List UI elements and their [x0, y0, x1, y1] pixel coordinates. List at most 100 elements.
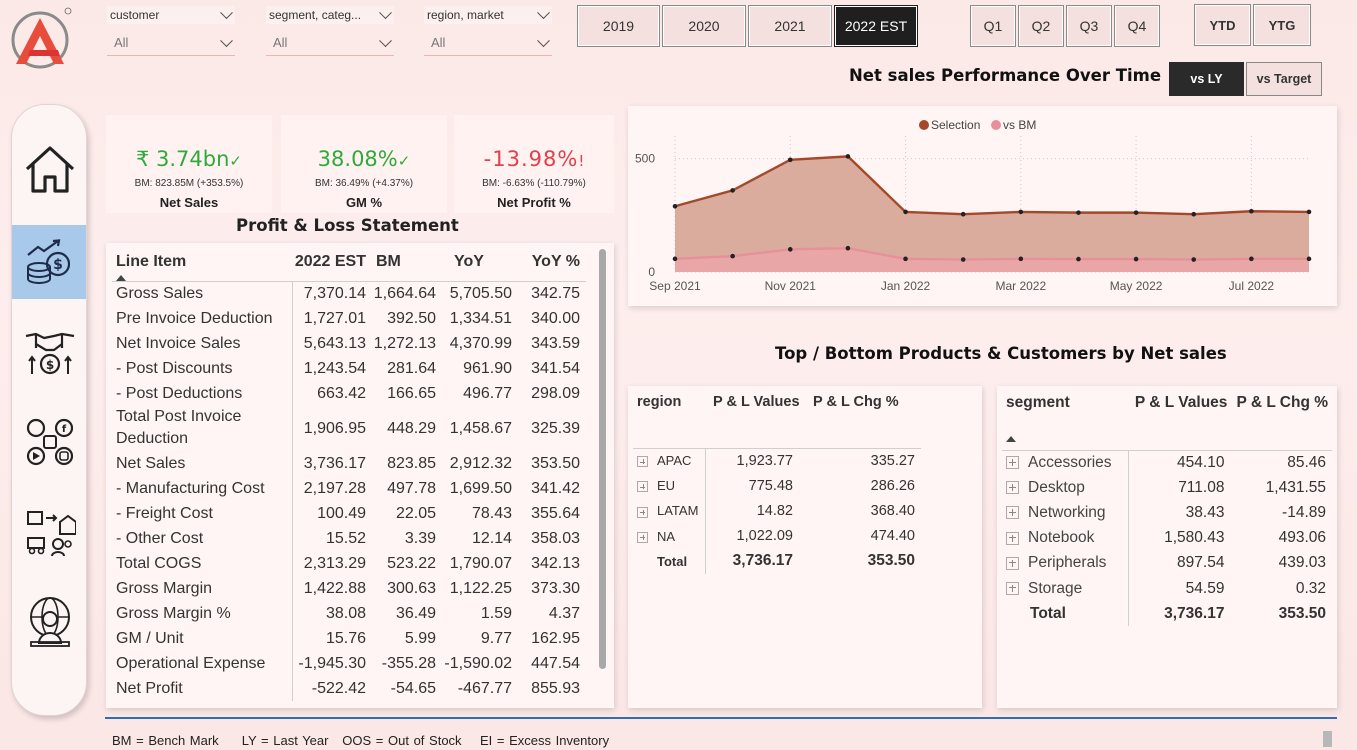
ytg-button[interactable]: YTG [1253, 4, 1311, 46]
vs-ly-button[interactable]: vs LY [1169, 62, 1244, 96]
table-row[interactable]: - Other Cost 15.52 3.39 12.14 358.03 [112, 525, 586, 551]
data-point[interactable] [1076, 256, 1081, 262]
year-button-2019[interactable]: 2019 [577, 5, 660, 47]
table-row[interactable]: Net Profit -522.42 -54.65 -467.77 855.93 [112, 676, 586, 702]
column-header-pl-chg[interactable]: P & L Chg % [801, 388, 921, 448]
quarter-button-q3[interactable]: Q3 [1066, 5, 1112, 47]
table-row[interactable]: Desktop 711.08 1,431.55 [1002, 475, 1332, 501]
table-row[interactable]: Accessories 454.10 85.46 [1002, 450, 1332, 476]
table-row[interactable]: Gross Sales 7,370.14 1,664.64 5,705.50 342.7… [112, 281, 586, 307]
nav-marketing[interactable]: f [12, 405, 88, 479]
data-point[interactable] [1249, 256, 1254, 262]
table-row[interactable]: Gross Margin 1,422.88 300.63 1,122.25 373.30 [112, 575, 586, 602]
quarter-button-q4[interactable]: Q4 [1114, 5, 1160, 47]
table-row[interactable]: GM / Unit 15.76 5.99 9.77 162.95 [112, 626, 586, 652]
data-point[interactable] [672, 256, 678, 262]
table-row[interactable]: - Post Deductions 663.42 166.65 496.77 298.0… [112, 381, 586, 407]
chevron-down-icon[interactable] [220, 6, 233, 20]
data-point[interactable] [1306, 256, 1312, 262]
expand-icon[interactable] [1006, 581, 1019, 595]
data-point[interactable] [1191, 211, 1197, 217]
expand-icon[interactable] [1006, 481, 1019, 495]
expand-icon[interactable] [1006, 506, 1019, 520]
nav-finance[interactable]: $ [12, 225, 86, 299]
chevron-down-icon[interactable] [537, 33, 550, 47]
column-header-region[interactable]: region [633, 388, 705, 448]
data-point[interactable] [1306, 209, 1312, 215]
segment-filter[interactable]: segment, categ... All [266, 6, 394, 58]
region-filter[interactable]: region, market All [424, 6, 552, 58]
ytd-button[interactable]: YTD [1194, 4, 1251, 46]
data-point[interactable] [787, 247, 793, 252]
data-point[interactable] [672, 203, 678, 209]
data-point[interactable] [845, 154, 851, 159]
table-row[interactable]: Operational Expense -1,945.30 -355.28 -1,59… [112, 651, 586, 677]
column-header-pl-chg[interactable]: P & L Chg % [1230, 388, 1332, 450]
expand-icon[interactable] [637, 531, 648, 543]
data-point[interactable] [960, 257, 966, 262]
expand-icon[interactable] [1006, 531, 1019, 545]
column-header-segment[interactable]: segment [1002, 388, 1129, 450]
data-point[interactable] [1018, 256, 1024, 262]
data-point[interactable] [1018, 209, 1024, 215]
table-row[interactable]: - Freight Cost 100.49 22.05 78.43 355.64 [112, 500, 586, 526]
nav-executive[interactable] [12, 585, 88, 659]
data-point[interactable] [903, 256, 908, 262]
customer-filter[interactable]: customer All [107, 6, 235, 58]
table-row[interactable]: Notebook 1,580.43 493.06 [1002, 525, 1332, 551]
quarter-button-q1[interactable]: Q1 [970, 5, 1016, 47]
column-header-line-item[interactable]: Line Item [112, 243, 292, 282]
quarter-button-q2[interactable]: Q2 [1018, 5, 1064, 47]
column-header-pl-values[interactable]: P & L Values [1129, 388, 1231, 450]
column-header-2022-est[interactable]: 2022 EST [292, 243, 372, 282]
chevron-down-icon[interactable] [379, 6, 392, 20]
year-button-2020[interactable]: 2020 [662, 5, 746, 47]
data-point[interactable] [1076, 210, 1081, 215]
table-row[interactable]: Total COGS 2,313.29 523.22 1,790.07 342.13 [112, 550, 586, 576]
chevron-down-icon[interactable] [220, 33, 233, 47]
table-row[interactable]: - Post Discounts 1,243.54 281.64 961.90 341.… [112, 356, 586, 382]
nav-sales[interactable]: $ [12, 315, 88, 389]
table-row[interactable]: Net Invoice Sales 5,643.13 1,272.13 4,370.9… [112, 331, 586, 357]
column-header-yoy[interactable]: YoY [442, 243, 518, 282]
scroll-handle[interactable] [1323, 731, 1332, 747]
nav-home[interactable] [12, 133, 88, 207]
table-row[interactable]: Gross Margin % 38.08 36.49 1.59 4.37 [112, 601, 586, 627]
year-button-2022-est[interactable]: 2022 EST [834, 5, 918, 47]
table-row[interactable]: Networking 38.43 -14.89 [1002, 500, 1332, 526]
data-point[interactable] [960, 211, 966, 217]
table-row[interactable]: LATAM 14.82 368.40 [633, 498, 921, 524]
expand-icon[interactable] [637, 481, 648, 493]
data-point[interactable] [1133, 210, 1139, 215]
scrollbar-thumb[interactable] [599, 249, 606, 669]
data-point[interactable] [787, 157, 793, 163]
year-button-2021[interactable]: 2021 [748, 5, 832, 47]
expand-icon[interactable] [637, 506, 648, 518]
expand-icon[interactable] [1006, 556, 1019, 570]
nav-supply-chain[interactable] [12, 495, 88, 569]
data-point[interactable] [903, 209, 908, 215]
data-point[interactable] [845, 245, 851, 251]
column-header-bm[interactable]: BM [372, 243, 442, 282]
column-header-pl-values[interactable]: P & L Values [705, 388, 801, 448]
data-point[interactable] [1191, 257, 1197, 262]
data-point[interactable] [1133, 256, 1139, 262]
table-row[interactable]: EU 775.48 286.26 [633, 473, 921, 499]
table-row[interactable]: Pre Invoice Deduction 1,727.01 392.50 1,334… [112, 306, 586, 332]
data-point[interactable] [730, 253, 735, 259]
data-point[interactable] [1249, 208, 1254, 214]
table-row[interactable]: Total Post Invoice Deduction 1,906.95 448.… [112, 406, 586, 451]
vs-target-button[interactable]: vs Target [1246, 62, 1322, 96]
table-row[interactable]: Net Sales 3,736.17 823.85 2,912.32 353.50 [112, 450, 586, 476]
expand-icon[interactable] [637, 456, 648, 468]
data-point[interactable] [730, 188, 735, 193]
table-row[interactable]: APAC 1,923.77 335.27 [633, 448, 921, 474]
table-row[interactable]: - Manufacturing Cost 2,197.28 497.78 1,699.… [112, 475, 586, 501]
column-header-yoy-pct[interactable]: YoY % [518, 243, 586, 282]
table-row[interactable]: Storage 54.59 0.32 [1002, 575, 1332, 602]
table-row[interactable]: Peripherals 897.54 439.03 [1002, 550, 1332, 576]
chevron-down-icon[interactable] [537, 6, 550, 20]
chevron-down-icon[interactable] [379, 33, 392, 47]
expand-icon[interactable] [1006, 456, 1019, 470]
table-row[interactable]: NA 1,022.09 474.40 [633, 523, 921, 549]
